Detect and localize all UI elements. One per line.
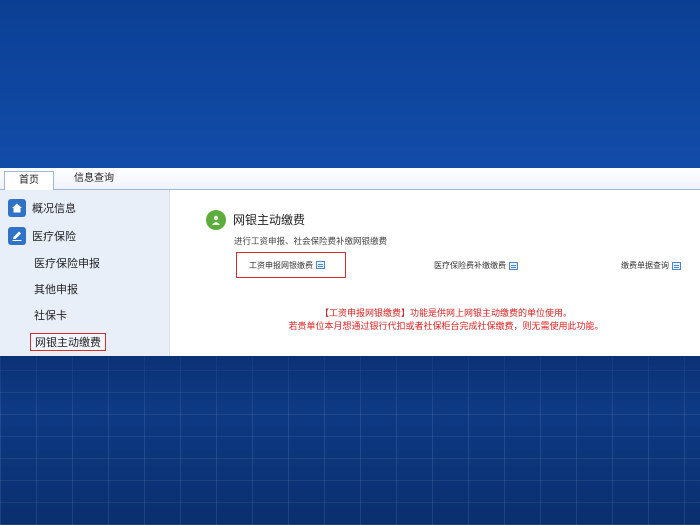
sidebar: 概况信息 医疗保险 医疗保险申报 其他申报 社保卡 网银主动缴费 [0,190,170,356]
sidebar-item-social-card[interactable]: 社保卡 [34,307,67,325]
payment-receipt-query-link[interactable]: 缴费单据查询 [621,260,681,271]
page-description: 进行工资申报、社会保险费补缴网银缴费 [234,237,388,247]
background-grid [0,355,700,525]
tab-home[interactable]: 首页 [4,171,54,190]
sidebar-item-other-declare[interactable]: 其他申报 [34,281,78,299]
home-icon [8,199,26,217]
notice-line-2: 若贵单位本月想通过银行代扣或者社保柜台完成社保缴费，则无需使用此功能。 [288,322,604,332]
notice-text: 【工资申报网银缴费】功能是供网上网银主动缴费的单位使用。 若贵单位本月想通过银行… [206,308,686,334]
content-area: 网银主动缴费 进行工资申报、社会保险费补缴网银缴费 工资申报网银缴费 医疗保险费… [170,190,700,356]
link-label: 工资申报网银缴费 [249,260,313,270]
tab-bar: 首页 信息查询 [0,168,700,190]
sidebar-item-online-payment[interactable]: 网银主动缴费 [30,333,106,351]
edit-icon [8,227,26,245]
external-link-icon [672,261,681,270]
sidebar-item-medical-declare[interactable]: 医疗保险申报 [34,255,100,273]
tab-info-query[interactable]: 信息查询 [74,172,114,190]
main-panel: 首页 信息查询 概况信息 医疗保险 医疗保险申报 其他申报 社保卡 网银主动缴费… [0,168,700,356]
highlight-box: 工资申报网银缴费 [236,252,346,278]
page-title: 网银主动缴费 [233,213,306,227]
external-link-icon [509,261,518,270]
sidebar-section-medical-insurance[interactable]: 医疗保险 [8,226,76,246]
link-label: 医疗保险费补缴缴费 [434,261,506,270]
link-label: 缴费单据查询 [621,261,669,270]
user-badge-icon [206,210,226,230]
sidebar-section-label: 医疗保险 [32,230,76,243]
link-row: 工资申报网银缴费 医疗保险费补缴缴费 缴费单据查询 [170,252,700,278]
notice-line-1: 【工资申报网银缴费】功能是供网上网银主动缴费的单位使用。 [319,309,572,319]
salary-online-payment-link[interactable]: 工资申报网银缴费 [249,260,325,271]
sidebar-section-overview[interactable]: 概况信息 [8,198,76,218]
medical-supplement-payment-link[interactable]: 医疗保险费补缴缴费 [434,260,518,271]
sidebar-section-label: 概况信息 [32,202,76,215]
external-link-icon [316,261,325,269]
